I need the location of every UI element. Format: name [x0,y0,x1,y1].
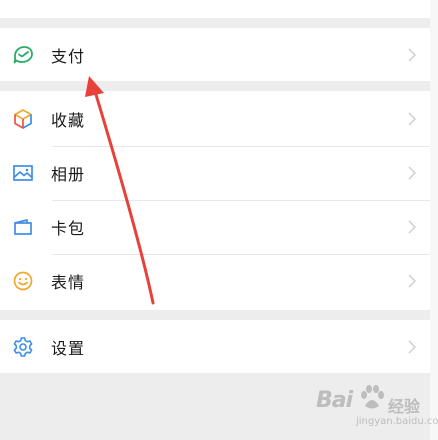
menu-item-label: 支付 [51,46,86,66]
menu-item-pay[interactable]: 支付 [0,28,430,81]
menu-item-label: 相册 [51,165,86,184]
card-wallet-icon [14,219,32,235]
chevron-right-icon [408,111,416,126]
smiley-face-icon [13,271,33,291]
chevron-right-icon [408,47,416,62]
features-group: 收藏 相册 卡包 表情 [0,91,430,310]
menu-item-settings[interactable]: 设置 [0,320,430,373]
right-edge-strip [430,0,438,440]
settings-group: 设置 [0,320,430,373]
watermark-brand: Bai [316,388,353,413]
watermark-brand-tail: 经验 [388,397,421,416]
menu-item-stickers[interactable]: 表情 [0,254,430,308]
chevron-right-icon [408,274,416,288]
menu-item-album[interactable]: 相册 [0,146,430,200]
pay-group: 支付 [0,28,430,81]
watermark-url: jingyan.baidu.com [356,416,438,427]
menu-item-label: 卡包 [51,219,86,238]
chevron-right-icon [408,166,416,180]
menu-item-favorites[interactable]: 收藏 [0,91,430,146]
menu-item-card-wallet[interactable]: 卡包 [0,200,430,254]
chevron-right-icon [408,220,416,234]
menu-item-label: 表情 [51,273,86,292]
favorites-cube-icon [14,108,32,129]
previous-menu-group [0,0,430,18]
me-page-menu: 支付 收藏 相册 卡包 表情 设置 [0,0,430,440]
menu-item-label: 收藏 [51,110,86,130]
wallet-icon [13,45,33,63]
baidu-jingyan-watermark: Bai 经验 jingyan.baidu.com [316,384,438,434]
menu-item-label: 设置 [51,338,86,358]
gear-icon [13,336,33,357]
album-image-icon [13,165,33,181]
paw-logo-icon [361,385,384,409]
chevron-right-icon [408,339,416,354]
